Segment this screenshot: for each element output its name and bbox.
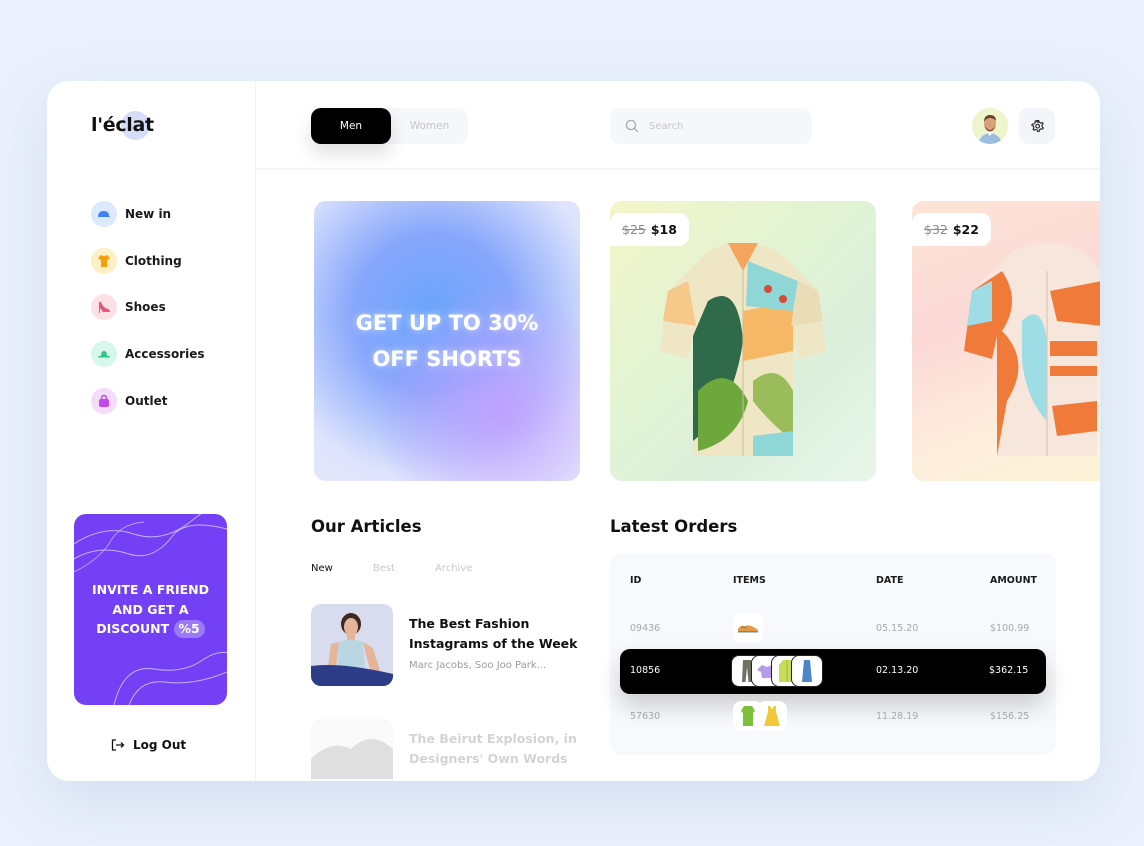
banner-line: GET UP TO 30%: [355, 311, 539, 335]
article-item[interactable]: The Beirut Explosion, in Designers' Own …: [311, 719, 579, 781]
tab-men[interactable]: Men: [311, 108, 391, 144]
article-thumbnail: [311, 604, 393, 686]
settings-button[interactable]: [1019, 108, 1055, 144]
cap-icon: [91, 201, 117, 227]
promo-line: AND GET A: [112, 601, 189, 617]
invite-friend-promo[interactable]: INVITE A FRIEND AND GET A DISCOUNT %5: [74, 514, 227, 705]
tab-archive[interactable]: Archive: [435, 563, 472, 574]
table-row[interactable]: 09436 05.15.20 $100.99: [610, 613, 1056, 643]
promo-text: INVITE A FRIEND AND GET A DISCOUNT %5: [92, 580, 209, 639]
brand-logo[interactable]: l'éclat: [91, 114, 154, 136]
tab-best[interactable]: Best: [373, 563, 395, 574]
search-icon: [625, 119, 639, 133]
column-header-id: ID: [630, 575, 642, 586]
logout-label: Log Out: [133, 738, 187, 752]
sidebar-item-label: New in: [125, 207, 172, 221]
article-title: The Beirut Explosion, in Designers' Own …: [409, 731, 577, 766]
tropical-shirt-image: [660, 243, 826, 456]
order-date: 02.13.20: [876, 665, 919, 676]
gear-icon: [1030, 119, 1044, 132]
articles-tabs: New Best Archive: [311, 563, 512, 574]
order-date: 11.28.19: [876, 711, 919, 722]
column-header-items: ITEMS: [733, 575, 766, 586]
tshirt-icon: [91, 247, 117, 274]
column-header-date: DATE: [876, 575, 904, 586]
product-card[interactable]: $25 $18: [610, 201, 876, 481]
order-items: [731, 655, 823, 687]
table-row-selected[interactable]: 10856 02.13.20 $362.15: [620, 649, 1046, 694]
order-amount: $100.99: [990, 623, 1030, 634]
order-id: 57630: [630, 711, 661, 722]
order-date: 05.15.20: [876, 623, 919, 634]
article-thumbnail: [311, 719, 393, 781]
user-photo: [972, 108, 1008, 144]
search-bar: [610, 108, 812, 144]
promo-line: INVITE A FRIEND: [91, 582, 210, 598]
sidebar-item-label: Outlet: [125, 393, 168, 408]
shorts-sale-banner[interactable]: GET UP TO 30% OFF SHORTS: [314, 201, 580, 481]
top-header: Men Women: [256, 81, 1100, 170]
heel-icon: [91, 294, 117, 321]
order-id: 09436: [630, 623, 661, 634]
logout-button[interactable]: Log Out: [111, 738, 186, 752]
old-price: $32: [924, 222, 948, 237]
article-subtitle: Marc Jacobs, Soo Joo Park...: [409, 660, 547, 671]
hat-icon: [91, 341, 117, 368]
sneaker-thumbnail: [733, 613, 763, 643]
banner-headline: GET UP TO 30% OFF SHORTS: [356, 305, 539, 377]
sidebar-item-new-in[interactable]: New in: [91, 201, 205, 227]
sidebar-item-outlet[interactable]: Outlet: [91, 387, 205, 414]
tab-new[interactable]: New: [311, 563, 333, 574]
order-id: 10856: [630, 665, 661, 676]
sidebar-item-accessories[interactable]: Accessories: [91, 341, 205, 368]
table-row[interactable]: 57630 11.28.19 $156.25: [610, 701, 1056, 731]
sale-price: $18: [650, 222, 677, 237]
discount-badge: %5: [173, 620, 205, 639]
user-avatar[interactable]: [972, 108, 1008, 144]
skirt-thumbnail: [791, 655, 823, 687]
articles-title: Our Articles: [311, 517, 422, 536]
banner-line: OFF SHORTS: [372, 347, 522, 371]
orders-title: Latest Orders: [610, 517, 738, 536]
orders-table: ID ITEMS DATE AMOUNT 09436 05.15.20 $100…: [610, 553, 1056, 755]
app-window: l'éclat New in Clothing Shoes Accessorie…: [47, 81, 1100, 781]
bag-icon: [91, 387, 117, 414]
sidebar-item-clothing[interactable]: Clothing: [91, 247, 205, 274]
search-input[interactable]: [649, 120, 799, 132]
product-card[interactable]: $32 $22: [912, 201, 1100, 481]
promo-line: DISCOUNT: [96, 621, 170, 637]
gender-toggle: Men Women: [311, 108, 468, 144]
sidebar-item-label: Shoes: [125, 300, 166, 315]
old-price: $25: [622, 222, 646, 237]
sidebar: l'éclat New in Clothing Shoes Accessorie…: [47, 81, 256, 781]
logout-icon: [111, 739, 125, 751]
column-header-amount: AMOUNT: [990, 575, 1038, 586]
article-item[interactable]: The Best Fashion Instagrams of the Week …: [311, 604, 579, 686]
sidebar-item-label: Accessories: [125, 347, 205, 362]
order-amount: $362.15: [989, 665, 1029, 676]
tab-women[interactable]: Women: [391, 108, 468, 144]
sale-price: $22: [952, 222, 979, 237]
sidebar-item-shoes[interactable]: Shoes: [91, 294, 205, 321]
order-items: [733, 701, 787, 731]
sidebar-item-label: Clothing: [125, 253, 182, 268]
category-nav: New in Clothing Shoes Accessories Outlet: [91, 201, 205, 434]
dress-thumbnail: [757, 701, 787, 731]
abstract-shirt-image: [964, 243, 1100, 456]
order-amount: $156.25: [990, 711, 1030, 722]
article-title: The Best Fashion Instagrams of the Week: [409, 616, 578, 651]
order-items: [733, 613, 763, 643]
